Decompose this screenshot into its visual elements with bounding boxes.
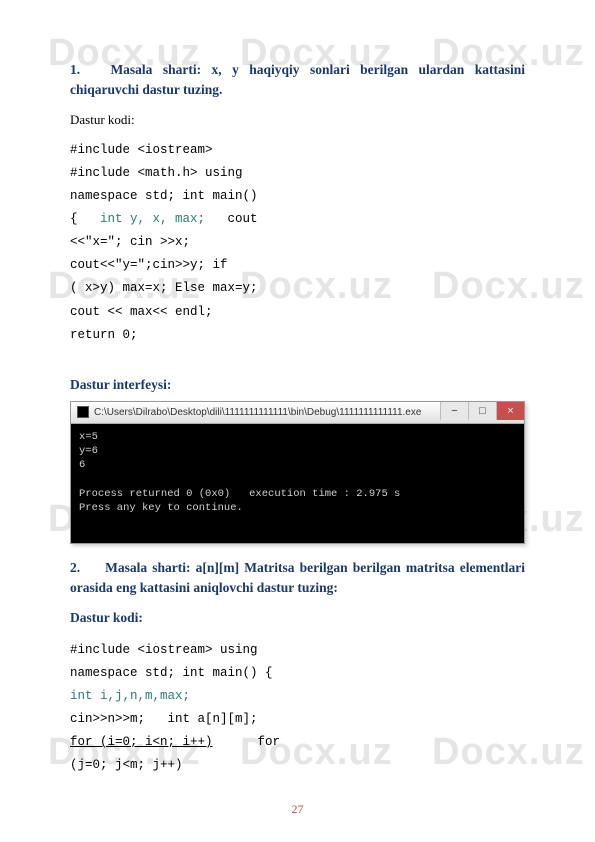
titlebar-left: C:\Users\Dilrabo\Desktop\dili\1111111111… — [77, 406, 421, 418]
console-output: x=5 y=6 6 Process returned 0 (0x0) execu… — [71, 424, 524, 543]
section2-title: Masala sharti: a[n][m] Matritsa berilgan… — [70, 560, 525, 595]
section1-code: #include <iostream> #include <math.h> us… — [70, 139, 525, 347]
section2-heading: 2. Masala sharti: a[n][m] Matritsa beril… — [70, 558, 525, 599]
page-number: 27 — [0, 802, 595, 817]
section1-heading: 1. Masala sharti: x, y haqiyqiy sonlari … — [70, 60, 525, 101]
section2-code: #include <iostream> using namespace std;… — [70, 639, 525, 778]
console-title: C:\Users\Dilrabo\Desktop\dili\1111111111… — [94, 407, 421, 418]
interface-heading: Dastur interfeysi: — [70, 377, 525, 393]
minimize-button[interactable]: − — [440, 402, 468, 420]
section1-title: Masala sharti: x, y haqiyqiy sonlari ber… — [70, 62, 525, 97]
console-window: C:\Users\Dilrabo\Desktop\dili\1111111111… — [70, 401, 525, 544]
maximize-button[interactable]: □ — [468, 402, 496, 420]
section1-pretext: Dastur kodi: — [70, 111, 525, 129]
window-controls: − □ × — [440, 402, 524, 423]
section1-number: 1. — [70, 60, 100, 80]
page-content: 1. Masala sharti: x, y haqiyqiy sonlari … — [70, 60, 525, 777]
close-button[interactable]: × — [496, 402, 524, 420]
console-titlebar: C:\Users\Dilrabo\Desktop\dili\1111111111… — [71, 402, 524, 424]
section2-number: 2. — [70, 558, 100, 578]
section2-pretext: Dastur kodi: — [70, 608, 525, 628]
console-icon — [77, 406, 89, 418]
